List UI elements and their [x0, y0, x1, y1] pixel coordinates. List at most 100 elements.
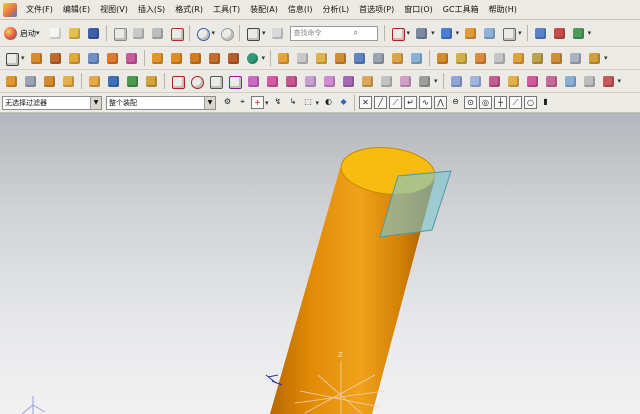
swept-icon[interactable] — [397, 73, 414, 90]
chamfer-icon[interactable] — [225, 50, 242, 67]
new-file-icon[interactable] — [47, 25, 64, 42]
menu-assembly[interactable]: 装配(A) — [245, 0, 283, 20]
start-button[interactable]: 启动 ▾ — [2, 24, 46, 42]
chevron-down-icon[interactable]: ▼ — [90, 96, 101, 109]
split-body-icon[interactable] — [294, 50, 311, 67]
bounded-plane-icon[interactable] — [448, 73, 465, 90]
delete-icon[interactable] — [168, 25, 185, 42]
helix-icon[interactable] — [359, 73, 376, 90]
block-icon[interactable] — [3, 73, 20, 90]
hole-icon[interactable] — [66, 50, 83, 67]
extract-curve-icon[interactable] — [321, 73, 338, 90]
resize-blend-icon[interactable] — [491, 50, 508, 67]
slot-icon[interactable] — [124, 73, 141, 90]
spline-icon[interactable] — [226, 73, 243, 90]
groove-icon[interactable] — [105, 73, 122, 90]
snap-bounded-grid-icon[interactable]: ○ — [524, 96, 538, 109]
unite-icon[interactable] — [149, 50, 166, 67]
linear-dimension-icon[interactable] — [548, 50, 565, 67]
face-rule-icon[interactable]: ↳ — [287, 96, 300, 109]
n-sided-surface-icon[interactable] — [467, 73, 484, 90]
revolve-icon[interactable] — [47, 50, 64, 67]
cylinder-icon[interactable] — [22, 73, 39, 90]
snap-point-on-curve-icon[interactable]: ┼ — [494, 96, 508, 109]
box-select-icon[interactable]: ⬚ — [302, 96, 315, 109]
paste-icon[interactable] — [149, 25, 166, 42]
project-curve-icon[interactable] — [245, 73, 262, 90]
allow-selection-icon[interactable]: + — [251, 96, 264, 109]
thread-icon[interactable] — [143, 73, 160, 90]
curve-rule-icon[interactable]: ↯ — [272, 96, 285, 109]
shaded-body-icon[interactable]: ◐ — [322, 96, 335, 109]
extension-icon[interactable] — [524, 73, 541, 90]
menu-window[interactable]: 窗口(O) — [399, 0, 438, 20]
point-icon[interactable] — [207, 73, 224, 90]
snap-line-icon[interactable]: ╱ — [374, 96, 388, 109]
menu-tools[interactable]: 工具(T) — [208, 0, 245, 20]
snap-endpoint-icon[interactable]: ✕ — [359, 96, 373, 109]
model-canvas[interactable]: Z — [0, 113, 640, 414]
delete-face-icon[interactable] — [472, 50, 489, 67]
move-face-icon[interactable] — [434, 50, 451, 67]
shaded-display-icon[interactable] — [438, 25, 455, 42]
menu-information[interactable]: 信息(I) — [283, 0, 318, 20]
chevron-down-icon[interactable]: ▼ — [204, 96, 215, 109]
surface-analysis-icon[interactable] — [581, 73, 598, 90]
boss-icon[interactable] — [85, 50, 102, 67]
cut-icon[interactable] — [111, 25, 128, 42]
line-icon[interactable] — [169, 73, 186, 90]
trim-sheet-icon[interactable] — [505, 73, 522, 90]
sphere-icon[interactable] — [60, 73, 77, 90]
save-icon[interactable] — [85, 25, 102, 42]
bridge-curve-icon[interactable] — [302, 73, 319, 90]
open-folder-icon[interactable] — [66, 25, 83, 42]
snap-control-point-icon[interactable]: ↵ — [404, 96, 418, 109]
snap-quadrant-icon[interactable]: ⊙ — [464, 96, 478, 109]
nx-app-icon[interactable] — [3, 2, 17, 17]
menu-format[interactable]: 格式(R) — [170, 0, 208, 20]
offset-curve-icon[interactable] — [283, 73, 300, 90]
trim-body-icon[interactable] — [275, 50, 292, 67]
edit-section-icon[interactable] — [462, 25, 479, 42]
selection-box-icon[interactable] — [244, 25, 261, 42]
replace-face-icon[interactable] — [453, 50, 470, 67]
undo-icon[interactable] — [194, 25, 211, 42]
mirror-feature-icon[interactable] — [408, 50, 425, 67]
offset-face-icon[interactable] — [351, 50, 368, 67]
graphics-viewport[interactable]: Z — [0, 113, 640, 414]
menu-analysis[interactable]: 分析(L) — [317, 0, 354, 20]
cone-icon[interactable] — [41, 73, 58, 90]
general-selection-icon[interactable]: ⚙ — [221, 96, 234, 109]
studio-surface-icon[interactable] — [416, 73, 433, 90]
menu-file[interactable]: 文件(F) — [21, 0, 58, 20]
menu-view[interactable]: 视图(V) — [95, 0, 133, 20]
thicken-icon[interactable] — [370, 50, 387, 67]
sketch-icon[interactable] — [3, 50, 20, 67]
snap-arc-center-icon[interactable]: ⊖ — [449, 96, 462, 109]
snap-pole-icon[interactable]: ▮ — [539, 96, 552, 109]
snap-point-on-face-icon[interactable]: ⟋ — [509, 96, 523, 109]
menu-help[interactable]: 帮助(H) — [484, 0, 522, 20]
orient-wcs-icon[interactable] — [570, 25, 587, 42]
redo-icon[interactable] — [218, 25, 235, 42]
command-search-input[interactable]: 查找命令 ⌕ — [289, 25, 378, 41]
pattern-feature-icon[interactable] — [389, 50, 406, 67]
color-palette-icon[interactable] — [500, 25, 517, 42]
search-icon[interactable]: ⌕ — [335, 28, 377, 38]
i-form-icon[interactable] — [562, 73, 579, 90]
edge-blend-icon[interactable] — [206, 50, 223, 67]
selection-filter-dropdown[interactable]: 无选择过滤器 ▼ — [2, 95, 102, 110]
draft-icon[interactable] — [332, 50, 349, 67]
tube-icon[interactable] — [86, 73, 103, 90]
menu-insert[interactable]: 插入(S) — [133, 0, 170, 20]
text-curve-icon[interactable] — [340, 73, 357, 90]
snap-existing-point-icon[interactable]: ◎ — [479, 96, 493, 109]
snap-intersection-icon[interactable]: ⋀ — [434, 96, 448, 109]
layer-settings-icon[interactable] — [532, 25, 549, 42]
solid-body-icon[interactable]: ◆ — [337, 96, 350, 109]
select-all-icon[interactable]: ⌖ — [236, 96, 249, 109]
x-form-icon[interactable] — [543, 73, 560, 90]
datum-csys-icon[interactable] — [244, 50, 261, 67]
view-orientation-icon[interactable] — [413, 25, 430, 42]
snap-midpoint-icon[interactable]: ⟋ — [389, 96, 403, 109]
